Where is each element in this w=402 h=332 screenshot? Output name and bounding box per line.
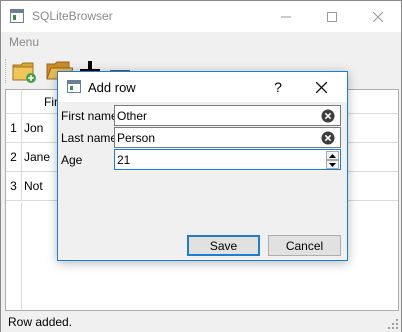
first-name-input[interactable] — [114, 105, 341, 126]
row-number: 3 — [10, 179, 17, 193]
save-button[interactable]: Save — [187, 235, 260, 256]
add-row-dialog: Add row ? First name Last name Age Save … — [57, 71, 348, 261]
age-label: Age — [61, 153, 83, 167]
close-button[interactable] — [355, 1, 401, 32]
maximize-icon — [327, 11, 337, 22]
toolbar-handle[interactable] — [5, 59, 7, 83]
clear-icon — [321, 131, 335, 145]
maximize-button[interactable] — [309, 1, 355, 32]
close-icon — [315, 81, 327, 93]
cell-first-name: Jane — [24, 150, 51, 164]
close-icon — [373, 11, 383, 22]
dialog-close-button[interactable] — [306, 72, 336, 102]
new-database-icon — [12, 62, 36, 83]
dialog-app-icon — [67, 80, 81, 93]
app-icon — [10, 9, 24, 23]
menu-bar: Menu — [1, 32, 401, 53]
age-spinbox[interactable] — [114, 149, 341, 170]
menu-item-menu[interactable]: Menu — [9, 35, 39, 49]
cell-first-name: Jon — [24, 121, 44, 135]
status-text: Row added. — [8, 315, 73, 329]
window-title: SQLiteBrowser — [32, 9, 113, 23]
minimize-icon — [281, 16, 291, 17]
first-name-label: First name — [61, 109, 118, 123]
cancel-button[interactable]: Cancel — [268, 235, 341, 256]
row-header[interactable]: 1 — [6, 114, 22, 143]
clear-icon — [321, 109, 335, 123]
row-header[interactable]: 3 — [6, 172, 22, 201]
row-number: 2 — [10, 150, 17, 164]
table-empty-area — [6, 202, 22, 310]
clear-last-name-button[interactable] — [320, 130, 336, 146]
chevron-down-icon — [329, 162, 336, 167]
last-name-label: Last name — [61, 131, 118, 145]
age-increment-button[interactable] — [326, 151, 339, 160]
clear-first-name-button[interactable] — [320, 108, 336, 124]
status-bar: Row added. — [1, 311, 401, 332]
new-database-button[interactable] — [11, 57, 39, 85]
size-grip-icon[interactable] — [388, 319, 398, 329]
row-number: 1 — [10, 121, 17, 135]
minimize-button[interactable] — [263, 1, 309, 32]
row-header[interactable]: 2 — [6, 143, 22, 172]
dialog-title-bar: Add row ? — [58, 72, 347, 102]
table-corner[interactable] — [6, 90, 22, 114]
last-name-input[interactable] — [114, 127, 341, 148]
help-icon: ? — [274, 79, 282, 95]
age-decrement-button[interactable] — [326, 160, 339, 169]
title-bar: SQLiteBrowser — [1, 1, 401, 32]
dialog-title: Add row — [88, 80, 136, 95]
chevron-up-icon — [329, 153, 336, 158]
cell-first-name: Not — [24, 179, 43, 193]
help-button[interactable]: ? — [263, 72, 293, 102]
